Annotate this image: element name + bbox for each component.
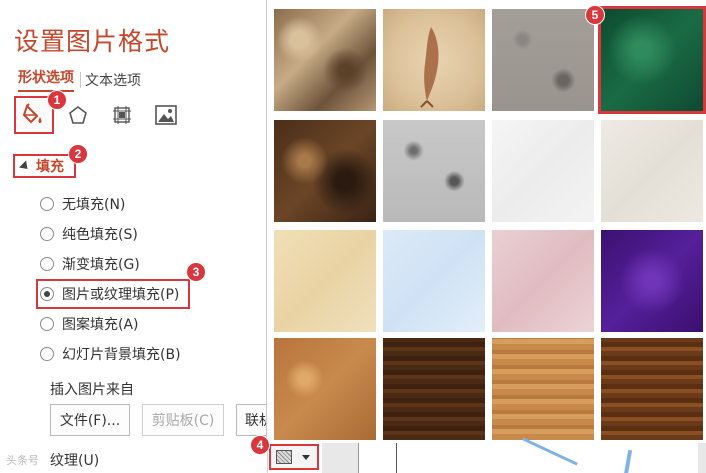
texture-tile-selected[interactable] <box>598 6 706 114</box>
picture-icon <box>155 105 177 125</box>
step-badge-4: 4 <box>250 435 270 455</box>
texture-tile[interactable] <box>274 230 376 332</box>
fill-section-label: 填充 <box>36 159 64 175</box>
insert-source-buttons: 文件(F)... 剪贴板(C) 联机 <box>50 404 288 436</box>
radio-solid-fill[interactable]: 纯色填充(S) <box>40 219 190 249</box>
radio-button[interactable] <box>40 197 54 211</box>
texture-tile[interactable] <box>383 338 485 440</box>
file-button[interactable]: 文件(F)... <box>50 404 130 436</box>
fill-type-radio-group: 无填充(N) 纯色填充(S) 渐变填充(G) 图片或纹理填充(P) 图案填充(A… <box>36 189 190 369</box>
texture-tile[interactable] <box>383 9 485 111</box>
fill-section-header[interactable]: 填充 <box>13 154 76 178</box>
radio-label: 图片或纹理填充(P) <box>62 287 180 303</box>
collapse-triangle-icon <box>18 159 32 173</box>
radio-button[interactable] <box>40 347 54 361</box>
insert-picture-from-label: 插入图片来自 <box>50 382 134 398</box>
slide-page <box>358 443 698 473</box>
texture-dropdown-button[interactable] <box>269 444 319 470</box>
step-badge-1: 1 <box>47 90 67 110</box>
radio-dot <box>44 291 50 297</box>
texture-label: 纹理(U) <box>50 453 100 469</box>
texture-tile[interactable] <box>274 338 376 440</box>
texture-tile[interactable] <box>601 120 703 222</box>
chevron-down-icon <box>302 454 310 460</box>
pentagon-icon <box>69 106 87 124</box>
radio-slide-background-fill[interactable]: 幻灯片背景填充(B) <box>40 339 190 369</box>
radio-gradient-fill[interactable]: 渐变填充(G) <box>40 249 190 279</box>
radio-label: 幻灯片背景填充(B) <box>62 347 181 363</box>
texture-tile[interactable] <box>274 120 376 222</box>
radio-pattern-fill[interactable]: 图案填充(A) <box>40 309 190 339</box>
radio-button[interactable] <box>40 257 54 271</box>
size-position-icon <box>113 106 131 124</box>
radio-button[interactable] <box>40 227 54 241</box>
radio-label: 无填充(N) <box>62 197 126 213</box>
texture-tile[interactable] <box>601 338 703 440</box>
texture-tile[interactable] <box>492 120 594 222</box>
step-badge-2: 2 <box>68 144 88 164</box>
fish-fossil-icon <box>420 27 439 108</box>
texture-tile[interactable] <box>383 120 485 222</box>
radio-label: 纯色填充(S) <box>62 227 138 243</box>
texture-tile[interactable] <box>492 230 594 332</box>
texture-tile[interactable] <box>601 230 703 332</box>
radio-button[interactable] <box>40 317 54 331</box>
texture-gallery <box>266 0 706 443</box>
texture-tile[interactable] <box>492 9 594 111</box>
texture-swatch-icon <box>276 450 292 464</box>
pane-title: 设置图片格式 <box>14 27 171 56</box>
tab-separator <box>80 71 81 88</box>
step-badge-3: 3 <box>186 262 206 282</box>
slide-guide-line <box>396 443 397 473</box>
texture-tile[interactable] <box>274 9 376 111</box>
tab-text-options[interactable]: 文本选项 <box>85 70 141 90</box>
step-badge-5: 5 <box>585 5 605 25</box>
tab-shape-options[interactable]: 形状选项 <box>18 67 74 92</box>
texture-tile[interactable] <box>383 230 485 332</box>
category-icon-row <box>14 96 190 134</box>
option-tabs: 形状选项 文本选项 <box>18 67 141 92</box>
radio-button-selected[interactable] <box>40 287 54 301</box>
watermark-text: 头条号 <box>6 454 39 467</box>
texture-tile[interactable] <box>492 338 594 440</box>
radio-label: 渐变填充(G) <box>62 257 140 273</box>
radio-label: 图案填充(A) <box>62 317 139 333</box>
paint-bucket-icon <box>22 103 42 124</box>
size-properties-category-button[interactable] <box>102 96 142 134</box>
radio-no-fill[interactable]: 无填充(N) <box>40 189 190 219</box>
radio-picture-texture-fill[interactable]: 图片或纹理填充(P) <box>36 279 190 309</box>
format-picture-pane: 设置图片格式 形状选项 文本选项 填充 无填充(N) 纯色填充(S) 渐变填充(… <box>0 0 276 473</box>
picture-category-button[interactable] <box>146 96 186 134</box>
clipboard-button[interactable]: 剪贴板(C) <box>142 404 224 436</box>
